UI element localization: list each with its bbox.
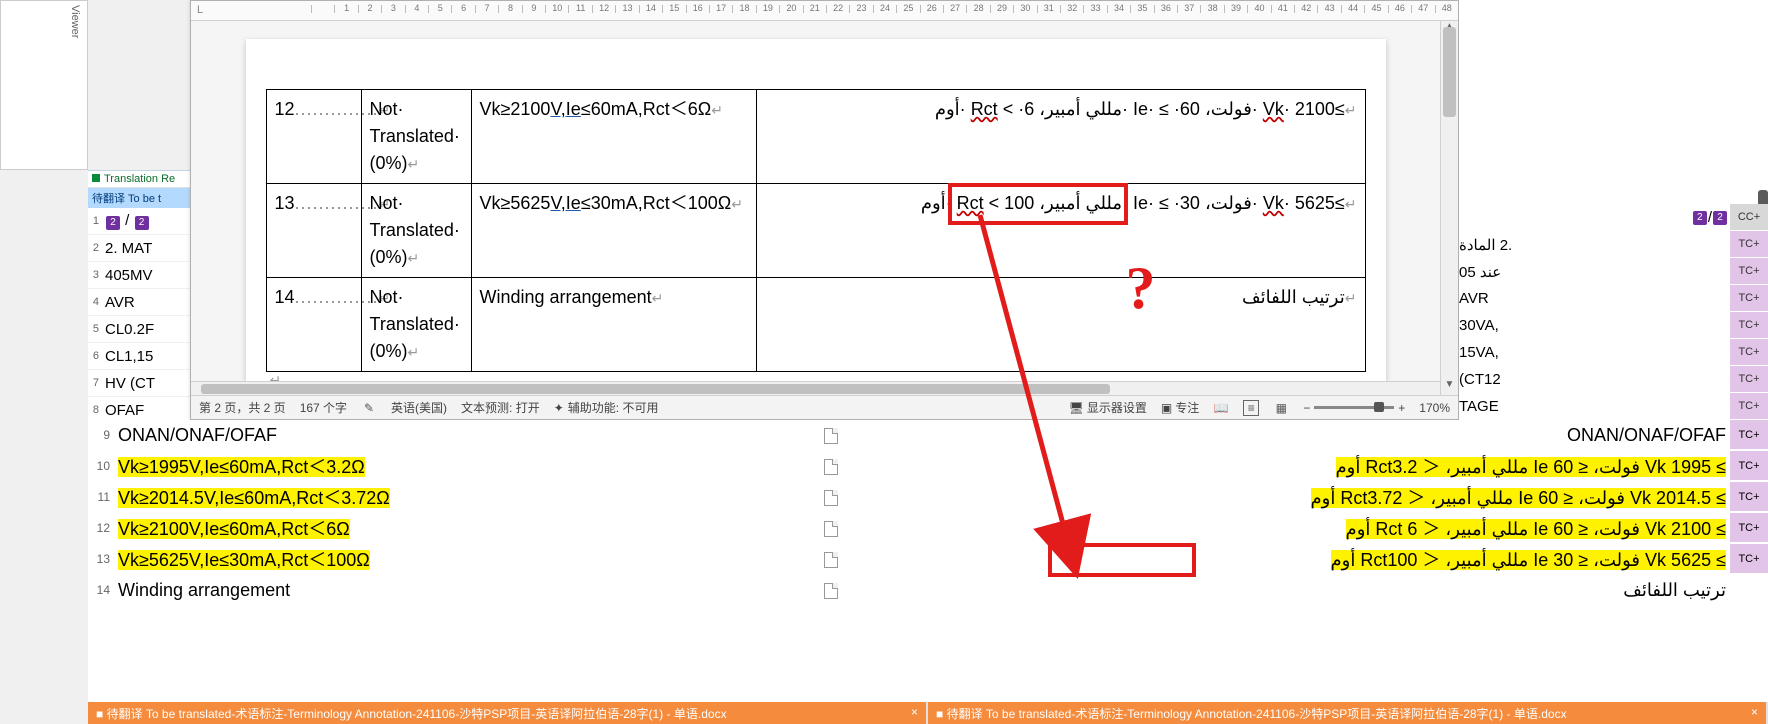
doc-icon [824,552,838,568]
list-item[interactable]: .2 المادة [1459,231,1730,258]
doc-icon [824,490,838,506]
spellcheck-icon[interactable]: ✎ [361,400,377,416]
list-item[interactable]: ,30VA [1459,312,1730,339]
status-accessibility[interactable]: ✦辅助功能: 不可用 [554,399,659,416]
table-row[interactable]: 14..............↵Not·Translated· (0%)↵Wi… [266,278,1365,372]
left-header-translation-results: Translation Re [88,171,190,188]
list-item[interactable]: 4AVR [88,289,190,316]
list-item[interactable]: TAGE [1459,393,1730,420]
list-item[interactable]: AVR [1459,285,1730,312]
document-page: 12..............↵Not·Translated· (0%)↵Vk… [246,39,1386,392]
match-tag[interactable]: TC+ [1730,482,1768,512]
list-item[interactable]: CT12) [1459,366,1730,393]
left-header-to-be-translated[interactable]: 待翻译 To be t [88,188,190,208]
vertical-scrollbar[interactable]: ▲ ▼ [1440,21,1458,395]
file-tab-left[interactable]: ■ 待翻译 To be translated-术语标注-Terminology … [88,702,928,724]
zoom-percent[interactable]: 170% [1419,401,1450,415]
match-tag[interactable]: TC+ [1730,312,1768,339]
match-tag[interactable]: TC+ [1730,513,1768,543]
scroll-thumb[interactable] [1443,27,1456,117]
viewer-panel: Viewer [0,0,88,170]
horizontal-scrollbar[interactable] [191,381,1440,395]
zoom-in-icon[interactable]: + [1398,401,1405,415]
status-language[interactable]: 英语(美国) [391,399,447,416]
match-tag[interactable]: TC+ [1730,420,1768,450]
scroll-down-icon[interactable]: ▼ [1441,379,1458,395]
match-tag[interactable]: CC+ [1730,204,1768,231]
horizontal-ruler[interactable]: L 12345678910111213141516171819202122232… [191,1,1458,21]
viewer-label: Viewer [69,5,81,38]
status-display-settings[interactable]: 🖥显示器设置 [1069,399,1147,416]
match-tag[interactable]: TC+ [1730,258,1768,285]
doc-icon [824,583,838,599]
file-tab-right[interactable]: ■ 待翻译 To be translated-术语标注-Terminology … [928,702,1768,724]
status-page[interactable]: 第 2 页，共 2 页 [199,399,286,416]
list-item[interactable]: 3405MV [88,262,190,289]
close-icon[interactable]: × [911,705,918,719]
segment-row[interactable]: 13Vk≥5625V,Ie≤30mA,Rct＜100Ω≥ Vk 5625 فول… [88,544,1768,575]
match-tag[interactable]: TC+ [1730,231,1768,258]
list-item[interactable]: 2 / 2 [1459,204,1730,231]
match-tag[interactable]: TC+ [1730,285,1768,312]
list-item[interactable]: عند 05 [1459,258,1730,285]
view-read-icon[interactable]: 📖 [1213,400,1229,416]
view-web-icon[interactable]: ▦ [1273,400,1289,416]
status-focus-mode[interactable]: ▣专注 [1161,399,1199,416]
segment-row[interactable]: 12Vk≥2100V,Ie≤60mA,Rct＜6Ω≥ Vk 2100 فولت،… [88,513,1768,544]
list-item[interactable]: 5CL0.2F [88,316,190,343]
segment-row[interactable]: 14Winding arrangementترتيب اللفائف [88,575,1768,606]
left-results-panel: Translation Re 待翻译 To be t 12 / 222. MAT… [88,170,190,420]
word-document-pane: L 12345678910111213141516171819202122232… [190,0,1459,420]
right-target-panel: 2 / 2.2 المادةعند 05AVR,30VA,15VACT12)TA… [1459,0,1768,420]
zoom-slider[interactable]: − + [1303,401,1405,415]
status-wordcount[interactable]: 167 个字 [300,399,347,416]
doc-icon [824,428,838,444]
word-status-bar: 第 2 页，共 2 页 167 个字 ✎ 英语(美国) 文本预测: 打开 ✦辅助… [191,395,1458,419]
view-print-icon[interactable]: ≡ [1243,400,1259,416]
hscroll-thumb[interactable] [201,384,1110,394]
table-row[interactable]: 12..............↵Not·Translated· (0%)↵Vk… [266,90,1365,184]
list-item[interactable]: 7HV (CT [88,370,190,397]
list-item[interactable]: 6CL1,15 [88,343,190,370]
table-row[interactable]: 13..............↵Not·Translated· (0%)↵Vk… [266,184,1365,278]
match-tag[interactable]: TC+ [1730,339,1768,366]
zoom-out-icon[interactable]: − [1303,401,1310,415]
segment-row[interactable]: 9ONAN/ONAF/OFAFONAN/ONAF/OFAFTC+ [88,420,1768,451]
match-tag[interactable] [1730,575,1768,605]
match-tag[interactable]: TC+ [1730,366,1768,393]
translation-table: 12..............↵Not·Translated· (0%)↵Vk… [266,89,1366,372]
list-item[interactable]: ,15VA [1459,339,1730,366]
list-item[interactable]: 12 / 2 [88,208,190,235]
segment-grid: 9ONAN/ONAF/OFAFONAN/ONAF/OFAFTC+10Vk≥199… [88,420,1768,702]
close-icon[interactable]: × [1751,705,1758,719]
match-tag[interactable]: TC+ [1730,393,1768,420]
file-tabs-bar: ■ 待翻译 To be translated-术语标注-Terminology … [88,702,1768,724]
segment-row[interactable]: 10Vk≥1995V,Ie≤60mA,Rct＜3.2Ω≥ Vk 1995 فول… [88,451,1768,482]
match-tag[interactable]: TC+ [1730,544,1768,574]
match-tag[interactable]: TC+ [1730,451,1768,481]
segment-row[interactable]: 11Vk≥2014.5V,Ie≤60mA,Rct＜3.72Ω≥ Vk 2014.… [88,482,1768,513]
status-text-prediction[interactable]: 文本预测: 打开 [461,399,540,416]
doc-icon [824,521,838,537]
doc-icon [824,459,838,475]
list-item[interactable]: 22. MAT [88,235,190,262]
document-scroll-area[interactable]: 12..............↵Not·Translated· (0%)↵Vk… [191,21,1440,395]
